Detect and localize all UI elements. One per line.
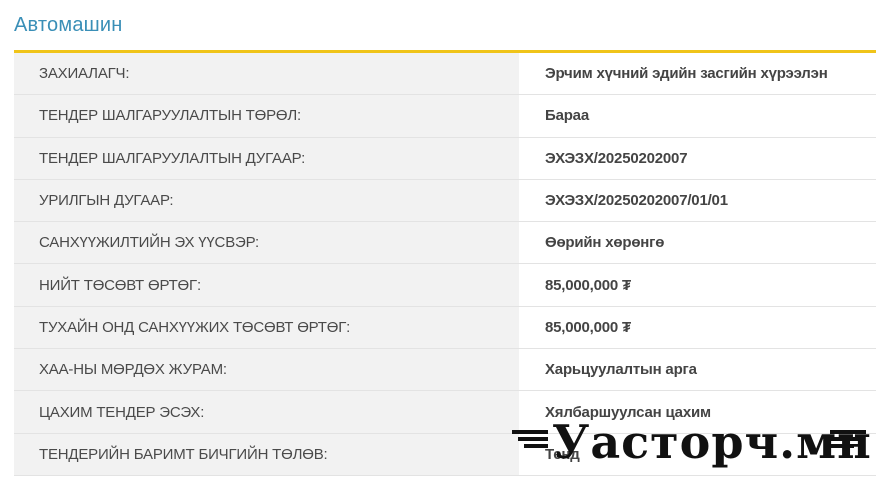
row-value: Харьцуулалтын арга (519, 349, 876, 391)
section-title: Автомашин (14, 14, 123, 36)
table-row: САНХҮҮЖИЛТИЙН ЭХ ҮҮСВЭР: Өөрийн хөрөнгө (14, 222, 876, 265)
row-label: ТЕНДЕР ШАЛГАРУУЛАЛТЫН ДУГААР: (14, 137, 519, 179)
row-label: САНХҮҮЖИЛТИЙН ЭХ ҮҮСВЭР: (14, 222, 519, 264)
watermark-right-wing (830, 430, 866, 451)
row-value: ЭХЭЗХ/20250202007/01/01 (519, 179, 876, 222)
row-label: ЦАХИМ ТЕНДЕР ЭСЭХ: (14, 391, 519, 433)
row-value: Өөрийн хөрөнгө (519, 222, 876, 264)
row-label: ТЕНДЕРИЙН БАРИМТ БИЧГИЙН ТӨЛӨВ: (14, 433, 519, 475)
table-row: ТУХАЙН ОНД САНХҮҮЖИХ ТӨСӨВТ ӨРТӨГ: 85,00… (14, 306, 876, 350)
row-value: Бараа (519, 95, 876, 137)
row-label: ЗАХИАЛАГЧ: (14, 53, 519, 95)
site-watermark: Уасторч.мн (512, 412, 871, 472)
table-row: ХАА-НЫ МӨРДӨХ ЖУРАМ: Харьцуулалтын арга (14, 349, 876, 392)
row-value: ЭХЭЗХ/20250202007 (519, 137, 876, 179)
table-row: НИЙТ ТӨСӨВТ ӨРТӨГ: 85,000,000 ₮ (14, 264, 876, 307)
row-value: 85,000,000 ₮ (519, 264, 876, 306)
table-row: ТЕНДЕР ШАЛГАРУУЛАЛТЫН ТӨРӨЛ: Бараа (14, 95, 876, 138)
row-label: ТЕНДЕР ШАЛГАРУУЛАЛТЫН ТӨРӨЛ: (14, 95, 519, 137)
row-label: НИЙТ ТӨСӨВТ ӨРТӨГ: (14, 264, 519, 306)
row-label: ХАА-НЫ МӨРДӨХ ЖУРАМ: (14, 349, 519, 391)
row-value: Эрчим хүчний эдийн засгийн хүрээлэн (519, 53, 876, 95)
watermark-left-wing (512, 430, 548, 451)
table-row: УРИЛГЫН ДУГААР: ЭХЭЗХ/20250202007/01/01 (14, 179, 876, 223)
row-label: УРИЛГЫН ДУГААР: (14, 179, 519, 222)
table-row: ТЕНДЕР ШАЛГАРУУЛАЛТЫН ДУГААР: ЭХЭЗХ/2025… (14, 137, 876, 180)
table-row: ЗАХИАЛАГЧ: Эрчим хүчний эдийн засгийн хү… (14, 53, 876, 96)
watermark-text: Уасторч.мн (552, 415, 872, 469)
row-value: 85,000,000 ₮ (519, 306, 876, 349)
row-label: ТУХАЙН ОНД САНХҮҮЖИХ ТӨСӨВТ ӨРТӨГ: (14, 306, 519, 349)
